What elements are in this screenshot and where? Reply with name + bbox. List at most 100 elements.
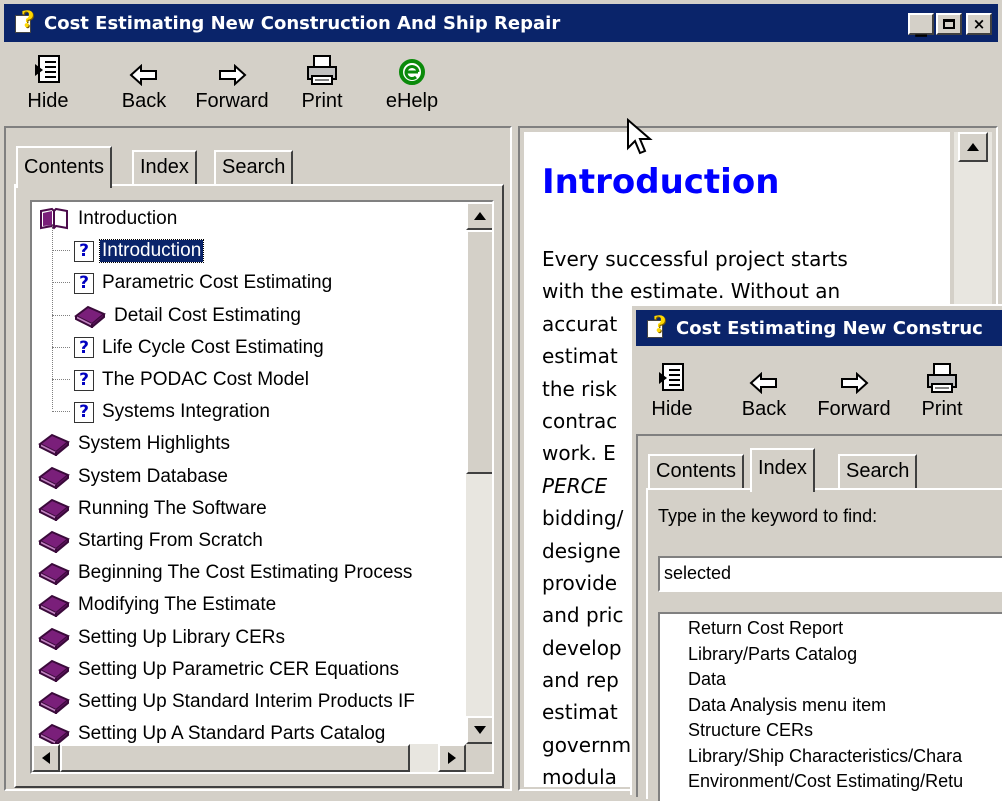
index-list-item[interactable]: Library/Parts Catalog	[688, 642, 857, 666]
tree-item-label: Introduction	[98, 239, 205, 264]
tree-item[interactable]: ? Parametric Cost Estimating	[52, 268, 334, 298]
tab-contents[interactable]: Contents	[16, 146, 113, 188]
index-list-item[interactable]: Data	[688, 667, 726, 691]
close-button[interactable]: ×	[966, 13, 992, 35]
scroll-left-button[interactable]	[32, 744, 60, 772]
tree-item[interactable]: Modifying The Estimate	[38, 590, 278, 620]
closed-book-icon	[38, 465, 70, 489]
tree-item-label: Detail Cost Estimating	[114, 304, 301, 326]
tree-item[interactable]: Introduction	[38, 204, 179, 234]
scroll-right-button[interactable]	[438, 744, 466, 772]
second-forward-button[interactable]: Forward	[814, 360, 894, 421]
tree-item[interactable]: ? Life Cycle Cost Estimating	[52, 333, 326, 363]
forward-button[interactable]: Forward	[192, 52, 272, 113]
tree-connector	[52, 379, 70, 380]
keyword-prompt: Type in the keyword to find:	[658, 506, 878, 526]
printer-icon	[912, 360, 972, 394]
closed-book-icon	[38, 497, 70, 521]
topic-line: Every successful project starts	[542, 247, 848, 271]
closed-book-icon	[38, 722, 70, 747]
scroll-down-button[interactable]	[466, 716, 492, 744]
help-topic-icon: ?	[74, 337, 94, 359]
second-hide-label: Hide	[651, 398, 693, 420]
closed-book-icon	[38, 529, 70, 553]
tree-item-label: Systems Integration	[102, 401, 270, 423]
tree-item-label: Beginning The Cost Estimating Process	[78, 562, 413, 584]
tree-item[interactable]: System Highlights	[38, 429, 232, 459]
tree-connector	[52, 282, 70, 284]
tree-item-label: Running The Software	[78, 497, 267, 519]
ehelp-button[interactable]: eHelp	[382, 52, 442, 113]
minimize-button[interactable]: ▁	[908, 13, 934, 37]
second-navigation-pane: Contents Index Search Type in the keywor…	[636, 434, 1002, 801]
tree-item[interactable]: ? The PODAC Cost Model	[52, 365, 311, 395]
index-list-item[interactable]: Return Cost Report	[688, 616, 843, 640]
tree-item[interactable]: System Database	[38, 462, 230, 492]
tree-item-label: Starting From Scratch	[78, 530, 263, 551]
index-help-window: ? Cost Estimating New Construc Hide Back…	[630, 304, 1002, 801]
tree-vertical-scrollbar[interactable]	[466, 202, 492, 744]
forward-arrow-icon	[814, 360, 894, 394]
second-print-button[interactable]: Print	[912, 360, 972, 421]
tab-index[interactable]: Index	[132, 150, 197, 184]
second-tab-search[interactable]: Search	[838, 454, 918, 488]
tree-item[interactable]: ? Systems Integration	[52, 397, 272, 427]
tree-trunk-line	[52, 224, 53, 409]
index-list-item[interactable]: Library/Ship Characteristics/Chara	[688, 744, 962, 768]
tree-item-label: Setting Up A Standard Parts Catalog	[78, 723, 386, 745]
printer-icon	[292, 52, 352, 86]
index-list[interactable]: Return Cost Report Library/Parts Catalog D…	[658, 612, 1002, 801]
ehelp-label: eHelp	[385, 90, 439, 112]
tree-item[interactable]: Setting Up Library CERs	[38, 623, 287, 653]
closed-book-icon	[38, 593, 70, 618]
tree-connector	[52, 346, 70, 348]
navigation-pane: Contents Index Search Introduction? Intro…	[4, 126, 512, 791]
tree-rows: Introduction? Introduction? Parametric Cos…	[32, 202, 468, 772]
closed-book-icon	[38, 690, 70, 714]
maximize-button[interactable]	[936, 13, 962, 35]
tree-item[interactable]: ? Introduction	[52, 236, 205, 266]
second-help-app-icon: ?	[646, 312, 670, 340]
second-tab-index[interactable]: Index	[750, 448, 815, 492]
tree-connector	[52, 411, 70, 413]
window-title: Cost Estimating New Construction And Shi…	[44, 12, 561, 34]
tree-item-label: System Database	[78, 465, 228, 487]
tree-connector	[52, 314, 70, 316]
index-list-item[interactable]: Data Analysis menu item	[688, 693, 886, 717]
help-topic-icon: ?	[74, 401, 94, 423]
tree-item-label: Life Cycle Cost Estimating	[102, 336, 324, 358]
second-hide-button[interactable]: Hide	[642, 360, 702, 421]
print-button[interactable]: Print	[292, 52, 352, 113]
index-list-item[interactable]: Structure CERs	[688, 718, 813, 742]
tree-item[interactable]: Detail Cost Estimating	[52, 301, 303, 331]
tree-item[interactable]: Starting From Scratch	[38, 526, 265, 556]
help-app-icon: ?	[14, 7, 38, 35]
tree-item[interactable]: Setting Up Parametric CER Equations	[38, 655, 401, 685]
tree-horizontal-scrollbar[interactable]	[32, 744, 466, 772]
second-title-bar[interactable]: ? Cost Estimating New Construc	[636, 310, 1002, 346]
tree-connector	[52, 250, 70, 252]
back-arrow-icon	[114, 52, 174, 86]
tab-search[interactable]: Search	[214, 150, 294, 184]
contents-panel: Introduction? Introduction? Parametric Cos…	[14, 184, 504, 788]
back-button[interactable]: Back	[114, 52, 174, 113]
keyword-input[interactable]: selected	[658, 556, 1002, 592]
topic-scroll-up-button[interactable]	[958, 132, 988, 162]
tree-item[interactable]: Running The Software	[38, 494, 269, 524]
tree-item[interactable]: Beginning The Cost Estimating Process	[38, 558, 414, 588]
closed-book-icon	[38, 432, 70, 457]
mouse-cursor-icon	[627, 118, 653, 155]
scroll-thumb[interactable]	[466, 230, 492, 474]
hide-icon	[642, 360, 702, 394]
print-label: Print	[301, 90, 343, 112]
title-bar[interactable]: ? Cost Estimating New Construction And S…	[4, 4, 998, 42]
topic-heading: Introduction	[542, 162, 780, 202]
tree-item[interactable]: Setting Up Standard Interim Products IF	[38, 687, 417, 717]
horizontal-scroll-thumb[interactable]	[60, 744, 410, 772]
second-back-button[interactable]: Back	[734, 360, 794, 421]
scroll-up-button[interactable]	[466, 202, 492, 230]
index-list-item[interactable]: Environment/Cost Estimating/Retu	[688, 769, 963, 793]
second-tab-contents[interactable]: Contents	[648, 454, 745, 488]
hide-button[interactable]: Hide	[18, 52, 78, 113]
help-topic-icon: ?	[74, 240, 94, 262]
